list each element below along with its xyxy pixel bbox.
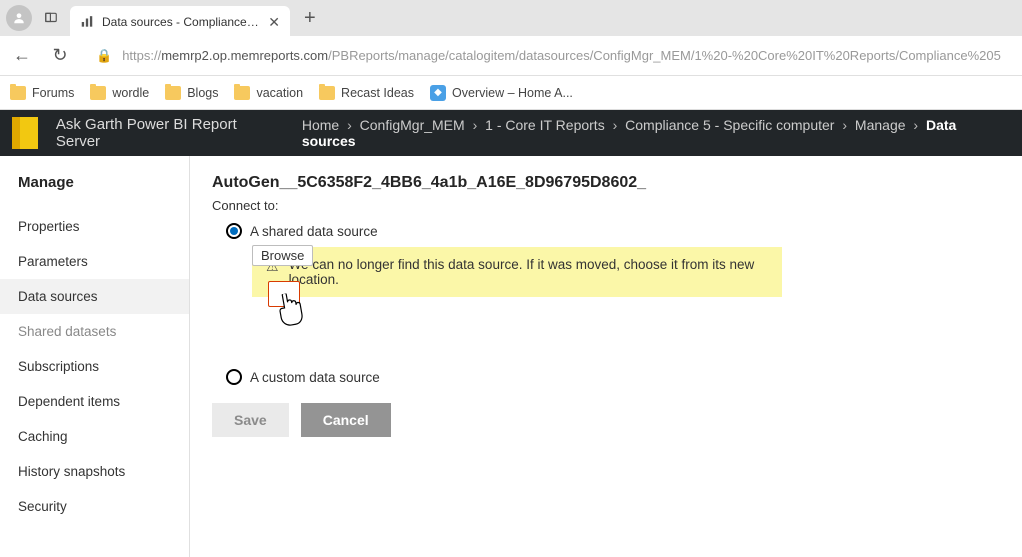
sidebar-item-history-snapshots[interactable]: History snapshots [0, 454, 189, 489]
radio-label: A shared data source [250, 224, 378, 239]
sidebar-heading: Manage [0, 174, 189, 209]
connect-to-label: Connect to: [212, 198, 1000, 213]
tab-strip: Data sources - Compliance 5 - Sp ✕ + [0, 0, 1022, 36]
sidebar-item-shared-datasets[interactable]: Shared datasets [0, 314, 189, 349]
browser-tab[interactable]: Data sources - Compliance 5 - Sp ✕ [70, 6, 290, 38]
bookmark-blogs[interactable]: Blogs [165, 86, 218, 100]
main-panel: AutoGen__5C6358F2_4BB6_4a1b_A16E_8D96795… [190, 156, 1022, 557]
sidebar: Manage Properties Parameters Data source… [0, 156, 190, 557]
sidebar-item-caching[interactable]: Caching [0, 419, 189, 454]
breadcrumb-item[interactable]: Manage [855, 117, 906, 133]
cancel-button[interactable]: Cancel [301, 403, 391, 437]
datasource-title: AutoGen__5C6358F2_4BB6_4a1b_A16E_8D96795… [212, 174, 1000, 192]
sidebar-item-dependent-items[interactable]: Dependent items [0, 384, 189, 419]
sidebar-item-security[interactable]: Security [0, 489, 189, 524]
folder-icon [234, 86, 250, 100]
refresh-button[interactable]: ↻ [48, 45, 72, 66]
url-protocol: https:// [122, 48, 161, 63]
powerbi-logo-icon [12, 117, 38, 149]
sidebar-item-parameters[interactable]: Parameters [0, 244, 189, 279]
bookmark-vacation[interactable]: vacation [234, 86, 303, 100]
address-bar-row: ← ↻ 🔒 https://memrp2.op.memreports.com/P… [0, 36, 1022, 76]
app-header: Ask Garth Power BI Report Server Home › … [0, 110, 1022, 156]
folder-icon [10, 86, 26, 100]
app-icon: ◆ [430, 85, 446, 101]
breadcrumb-item[interactable]: 1 - Core IT Reports [485, 117, 605, 133]
chevron-right-icon: › [343, 117, 356, 133]
browse-button[interactable] [268, 281, 300, 307]
options-wrap: A shared data source ⚠ We can no longer … [212, 223, 1000, 385]
warning-text: We can no longer find this data source. … [289, 257, 768, 287]
chart-icon [80, 15, 94, 29]
sidebar-item-data-sources[interactable]: Data sources [0, 279, 189, 314]
bookmark-wordle[interactable]: wordle [90, 86, 149, 100]
breadcrumb-home[interactable]: Home [302, 117, 339, 133]
app-title: Ask Garth Power BI Report Server [56, 116, 284, 150]
radio-icon [226, 223, 242, 239]
content: Manage Properties Parameters Data source… [0, 156, 1022, 557]
lock-icon: 🔒 [96, 48, 112, 64]
breadcrumb-item[interactable]: ConfigMgr_MEM [360, 117, 465, 133]
new-tab-button[interactable]: + [296, 7, 324, 30]
chevron-right-icon: › [609, 117, 622, 133]
radio-shared-data-source[interactable]: A shared data source [226, 223, 1000, 239]
tab-title: Data sources - Compliance 5 - Sp [102, 15, 260, 29]
chevron-right-icon: › [469, 117, 482, 133]
radio-custom-data-source[interactable]: A custom data source [226, 369, 1000, 385]
radio-icon [226, 369, 242, 385]
url-host: memrp2.op.memreports.com [161, 48, 328, 63]
browse-tooltip: Browse [252, 245, 313, 266]
warning-banner: ⚠ We can no longer find this data source… [252, 247, 782, 297]
close-icon[interactable]: ✕ [268, 14, 280, 31]
bookmark-forums[interactable]: Forums [10, 86, 74, 100]
bookmarks-bar: Forums wordle Blogs vacation Recast Idea… [0, 76, 1022, 110]
url-path: /PBReports/manage/catalogitem/datasource… [328, 48, 1001, 63]
breadcrumb-item[interactable]: Compliance 5 - Specific computer [625, 117, 834, 133]
folder-icon [165, 86, 181, 100]
save-button[interactable]: Save [212, 403, 289, 437]
profile-icon[interactable] [6, 5, 32, 31]
chevron-right-icon: › [909, 117, 922, 133]
address-bar[interactable]: 🔒 https://memrp2.op.memreports.com/PBRep… [86, 41, 1012, 71]
button-row: Save Cancel [212, 403, 1000, 437]
bookmark-recast[interactable]: Recast Ideas [319, 86, 414, 100]
sidebar-item-subscriptions[interactable]: Subscriptions [0, 349, 189, 384]
folder-icon [90, 86, 106, 100]
sidebar-item-properties[interactable]: Properties [0, 209, 189, 244]
folder-icon [319, 86, 335, 100]
browser-chrome: Data sources - Compliance 5 - Sp ✕ + [0, 0, 1022, 36]
radio-label: A custom data source [250, 370, 380, 385]
back-button[interactable]: ← [10, 45, 34, 66]
tab-overview-icon[interactable] [38, 5, 64, 31]
chevron-right-icon: › [838, 117, 851, 133]
bookmark-overview[interactable]: ◆Overview – Home A... [430, 85, 573, 101]
breadcrumb: Home › ConfigMgr_MEM › 1 - Core IT Repor… [302, 117, 1010, 149]
